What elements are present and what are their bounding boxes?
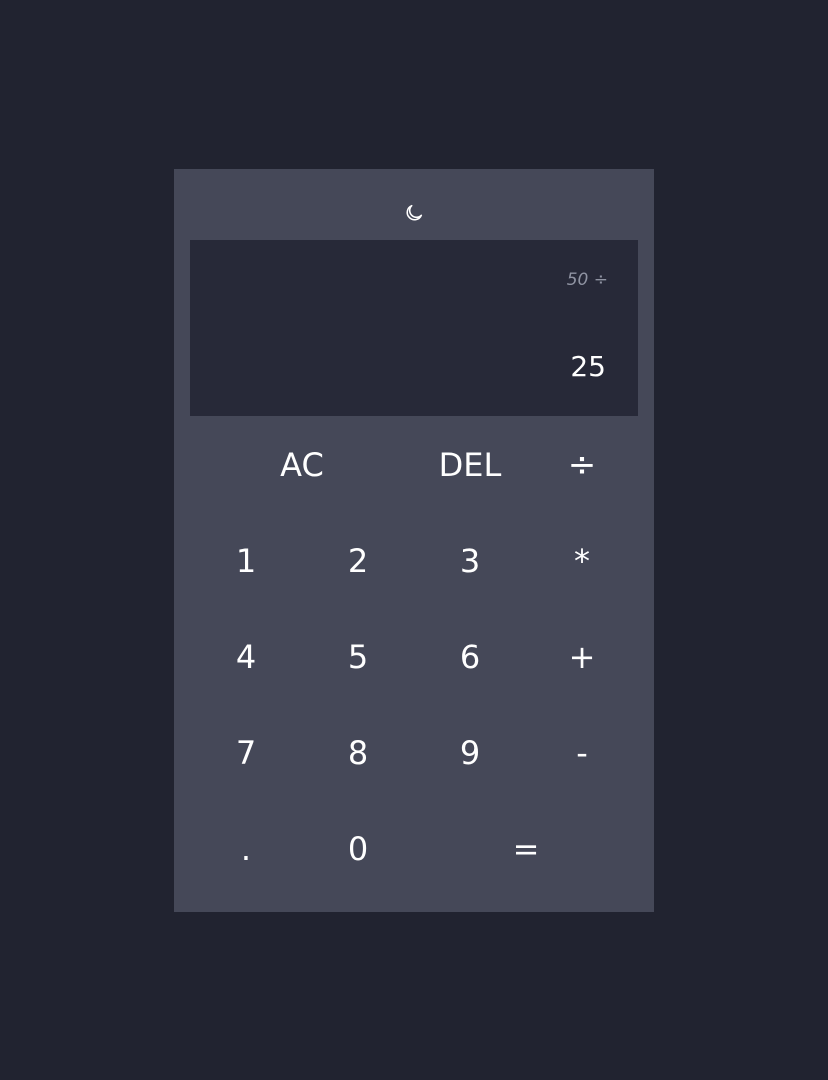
- digit-3-button[interactable]: 3: [414, 513, 526, 609]
- multiply-button[interactable]: *: [526, 513, 638, 609]
- divide-button[interactable]: ÷: [526, 417, 638, 513]
- calculator-display: 50 ÷ 25: [190, 240, 638, 416]
- digit-9-button[interactable]: 9: [414, 705, 526, 801]
- keypad: AC DEL ÷ 1 2 3 * 4 5 6 + 7 8 9 - . 0 =: [190, 417, 638, 897]
- previous-operand: 50 ÷: [566, 270, 608, 290]
- calculator: 50 ÷ 25 AC DEL ÷ 1 2 3 * 4 5 6 + 7 8 9 -…: [174, 169, 654, 912]
- moon-icon: [406, 204, 423, 221]
- equals-button[interactable]: =: [414, 801, 638, 897]
- decimal-button[interactable]: .: [190, 801, 302, 897]
- clear-button[interactable]: AC: [190, 417, 414, 513]
- digit-4-button[interactable]: 4: [190, 609, 302, 705]
- add-button[interactable]: +: [526, 609, 638, 705]
- digit-2-button[interactable]: 2: [302, 513, 414, 609]
- digit-7-button[interactable]: 7: [190, 705, 302, 801]
- digit-5-button[interactable]: 5: [302, 609, 414, 705]
- digit-1-button[interactable]: 1: [190, 513, 302, 609]
- digit-6-button[interactable]: 6: [414, 609, 526, 705]
- theme-toggle-button[interactable]: [398, 201, 430, 225]
- digit-8-button[interactable]: 8: [302, 705, 414, 801]
- subtract-button[interactable]: -: [526, 705, 638, 801]
- delete-button[interactable]: DEL: [414, 417, 526, 513]
- current-operand: 25: [570, 350, 606, 383]
- digit-0-button[interactable]: 0: [302, 801, 414, 897]
